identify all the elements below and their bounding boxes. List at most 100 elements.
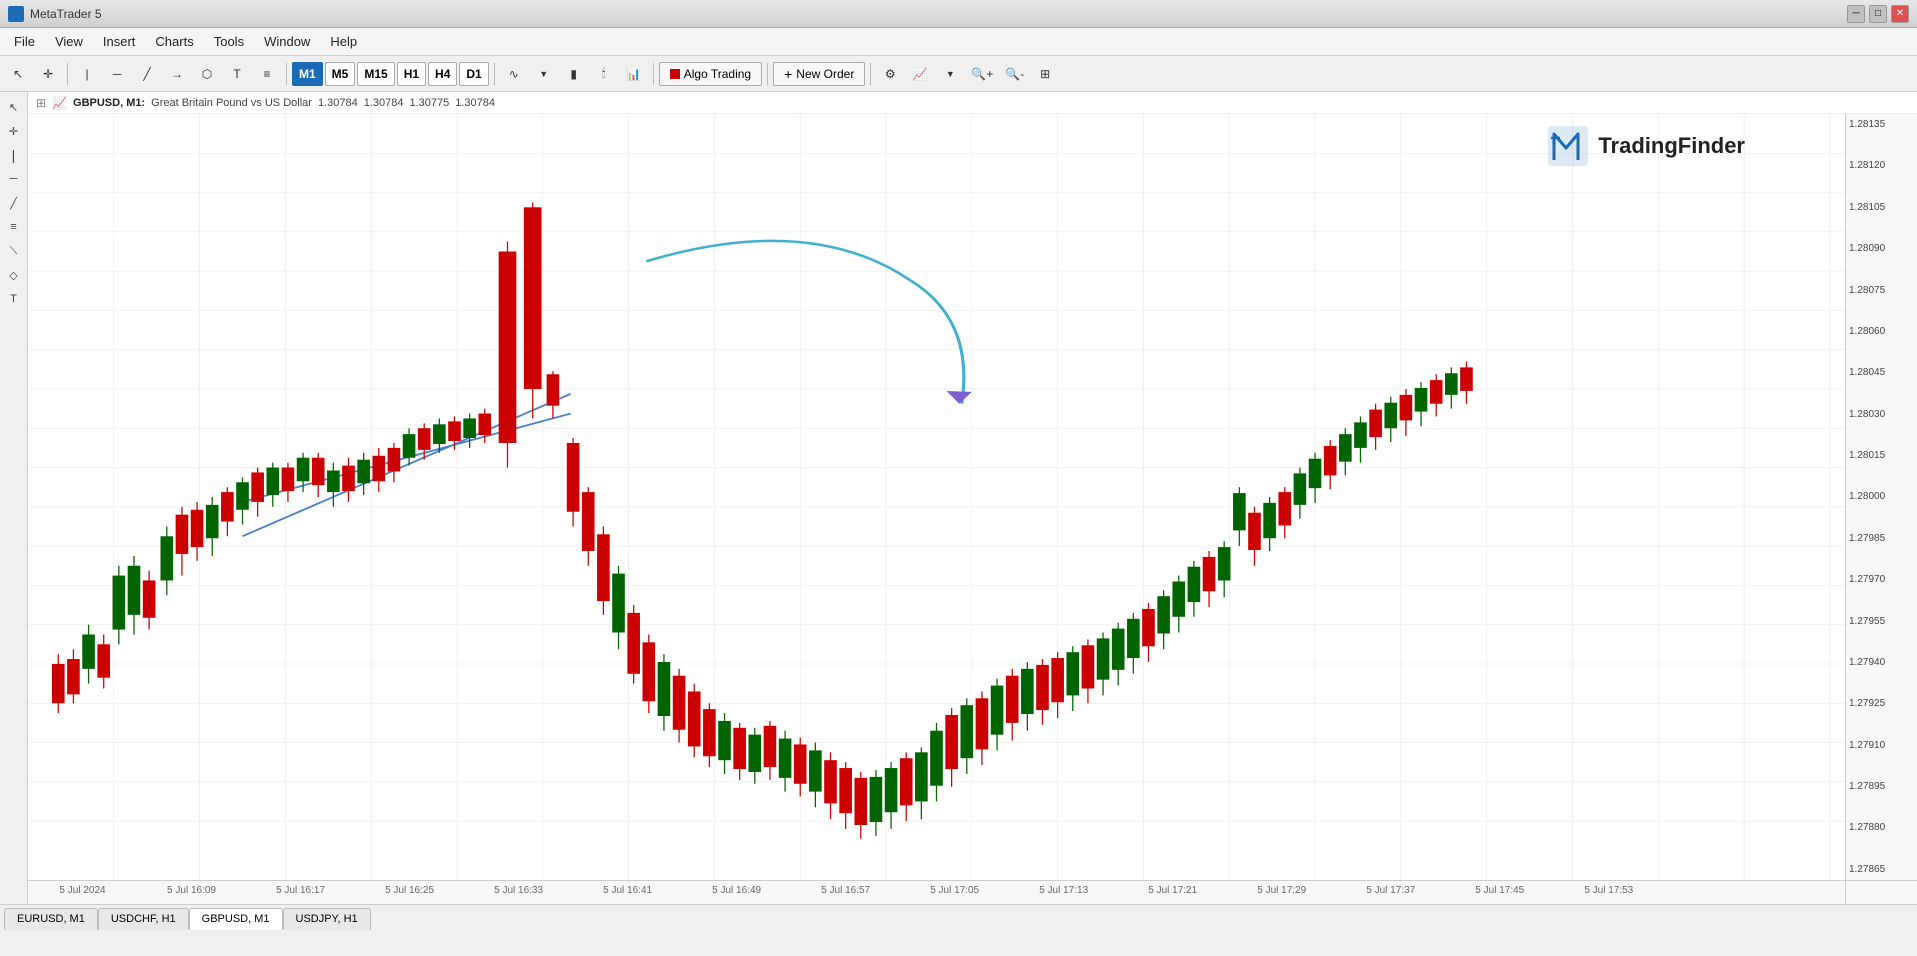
title-bar-controls: ─ □ ✕ [1847, 5, 1909, 23]
line-chart-btn[interactable]: ∿ [500, 60, 528, 88]
draw-cross[interactable]: ✛ [3, 120, 25, 142]
tf-m15[interactable]: M15 [357, 62, 394, 86]
time-label-7: 5 Jul 16:57 [821, 885, 870, 896]
close-button[interactable]: ✕ [1891, 5, 1909, 23]
chart-info-bar: ⊞ 📈 GBPUSD, M1: Great Britain Pound vs U… [28, 92, 1917, 114]
tf-m5[interactable]: M5 [325, 62, 356, 86]
time-axis-labels: 5 Jul 2024 5 Jul 16:09 5 Jul 16:17 5 Jul… [28, 881, 1845, 904]
draw-hline[interactable]: ─ [3, 168, 25, 190]
price-axis: 1.28135 1.28120 1.28105 1.28090 1.28075 … [1845, 114, 1917, 880]
indicators-btn[interactable]: ⚙ [876, 60, 904, 88]
price-level-4: 1.28090 [1849, 243, 1914, 254]
time-axis: 5 Jul 2024 5 Jul 16:09 5 Jul 16:17 5 Jul… [28, 880, 1917, 904]
maximize-button[interactable]: □ [1869, 5, 1887, 23]
price-level-7: 1.28045 [1849, 367, 1914, 378]
price-level-18: 1.27880 [1849, 822, 1914, 833]
price-level-12: 1.27970 [1849, 574, 1914, 585]
zoom-out-btn[interactable]: 🔍- [1000, 60, 1029, 88]
draw-channel[interactable]: ⟍ [3, 240, 25, 262]
menu-charts[interactable]: Charts [145, 30, 203, 53]
candlestick-btn[interactable]: 🕯 [590, 60, 618, 88]
time-label-9: 5 Jul 17:13 [1039, 885, 1088, 896]
crosshair-tool[interactable]: ✛ [34, 60, 62, 88]
analytics-dropdown[interactable]: ▼ [936, 60, 964, 88]
new-order-button[interactable]: + New Order [773, 62, 865, 86]
menu-insert[interactable]: Insert [93, 30, 146, 53]
vertical-line-tool[interactable]: | [73, 60, 101, 88]
tf-h1[interactable]: H1 [397, 62, 426, 86]
time-label-5: 5 Jul 16:41 [603, 885, 652, 896]
tf-logo-icon [1546, 124, 1590, 168]
title-bar: MetaTrader 5 ─ □ ✕ [0, 0, 1917, 28]
chart-close: 1.30784 [455, 97, 495, 109]
tf-d1[interactable]: D1 [459, 62, 488, 86]
chart-open: 1.30784 [318, 97, 358, 109]
chart-body: TradingFinder Ascending wedge pattern (H… [28, 114, 1917, 880]
time-label-3: 5 Jul 16:25 [385, 885, 434, 896]
menu-tools[interactable]: Tools [204, 30, 254, 53]
sep-5 [767, 63, 768, 85]
draw-shapes[interactable]: ◇ [3, 264, 25, 286]
price-level-1: 1.28135 [1849, 119, 1914, 130]
chart-container: ↖ ✛ | ─ ╱ ≡ ⟍ ◇ T ⊞ 📈 GBPUSD, M1: Great … [0, 92, 1917, 904]
chart-canvas[interactable]: TradingFinder Ascending wedge pattern (H… [28, 114, 1845, 880]
tab-gbpusd-m1[interactable]: GBPUSD, M1 [189, 908, 283, 930]
horizontal-line-tool[interactable]: ─ [103, 60, 131, 88]
algo-indicator [670, 69, 680, 79]
fibonacci-tool[interactable]: ≡ [253, 60, 281, 88]
menu-file[interactable]: File [4, 30, 45, 53]
title-bar-left: MetaTrader 5 [8, 6, 102, 22]
price-level-5: 1.28075 [1849, 285, 1914, 296]
menu-bar: File View Insert Charts Tools Window Hel… [0, 28, 1917, 56]
draw-text[interactable]: T [3, 288, 25, 310]
minimize-button[interactable]: ─ [1847, 5, 1865, 23]
time-label-0: 5 Jul 2024 [59, 885, 105, 896]
tab-eurusd-label: EURUSD, M1 [17, 913, 85, 925]
price-level-16: 1.27910 [1849, 740, 1914, 751]
draw-vline[interactable]: | [3, 144, 25, 166]
shapes-tool[interactable]: ⬡ [193, 60, 221, 88]
analytics-btn[interactable]: 📈 [906, 60, 934, 88]
grid-btn[interactable]: ⊞ [1031, 60, 1059, 88]
arrow-line-tool[interactable]: → [163, 60, 191, 88]
tab-usdchf-h1[interactable]: USDCHF, H1 [98, 908, 189, 930]
tab-eurusd-m1[interactable]: EURUSD, M1 [4, 908, 98, 930]
price-level-6: 1.28060 [1849, 326, 1914, 337]
chart-symbol: GBPUSD, M1: [73, 97, 145, 109]
chart-type-dropdown[interactable]: ▼ [530, 60, 558, 88]
new-order-icon: + [784, 66, 792, 82]
price-level-13: 1.27955 [1849, 616, 1914, 627]
draw-hline2[interactable]: ≡ [3, 216, 25, 238]
sep-2 [286, 63, 287, 85]
time-label-10: 5 Jul 17:21 [1148, 885, 1197, 896]
price-level-2: 1.28120 [1849, 160, 1914, 171]
tab-usdchf-label: USDCHF, H1 [111, 913, 176, 925]
cursor-tool[interactable]: ↖ [4, 60, 32, 88]
draw-cursor[interactable]: ↖ [3, 96, 25, 118]
toolbar: ↖ ✛ | ─ ╱ → ⬡ T ≡ M1 M5 M15 H1 H4 D1 ∿ ▼… [0, 56, 1917, 92]
menu-help[interactable]: Help [320, 30, 367, 53]
text-tool[interactable]: T [223, 60, 251, 88]
draw-tline[interactable]: ╱ [3, 192, 25, 214]
price-level-15: 1.27925 [1849, 698, 1914, 709]
menu-view[interactable]: View [45, 30, 93, 53]
trend-line-tool[interactable]: ╱ [133, 60, 161, 88]
new-order-label: New Order [796, 67, 854, 81]
tf-h4[interactable]: H4 [428, 62, 457, 86]
tab-usdjpy-h1[interactable]: USDJPY, H1 [283, 908, 371, 930]
algo-trading-label: Algo Trading [684, 67, 751, 81]
chart-tool-2[interactable]: 📊 [620, 60, 648, 88]
price-level-14: 1.27940 [1849, 657, 1914, 668]
time-label-11: 5 Jul 17:29 [1257, 885, 1306, 896]
zoom-in-btn[interactable]: 🔍+ [966, 60, 998, 88]
price-level-9: 1.28015 [1849, 450, 1914, 461]
algo-trading-button[interactable]: Algo Trading [659, 62, 762, 86]
bar-chart-btn[interactable]: ▮ [560, 60, 588, 88]
time-label-12: 5 Jul 17:37 [1366, 885, 1415, 896]
chart-description: Great Britain Pound vs US Dollar [151, 97, 312, 109]
menu-window[interactable]: Window [254, 30, 320, 53]
time-label-2: 5 Jul 16:17 [276, 885, 325, 896]
time-label-1: 5 Jul 16:09 [167, 885, 216, 896]
tf-m1[interactable]: M1 [292, 62, 323, 86]
left-toolbar: ↖ ✛ | ─ ╱ ≡ ⟍ ◇ T [0, 92, 28, 904]
